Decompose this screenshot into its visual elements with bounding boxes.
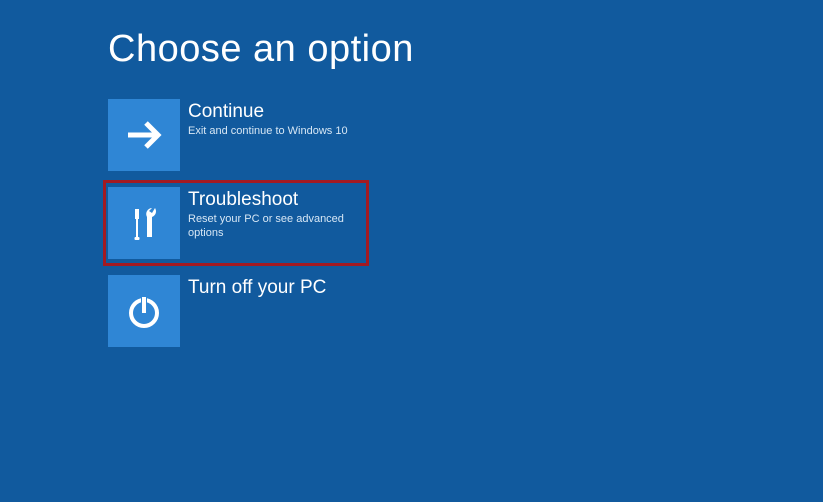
arrow-right-icon: [108, 99, 180, 171]
option-continue-desc: Exit and continue to Windows 10: [188, 125, 348, 139]
option-troubleshoot[interactable]: Troubleshoot Reset your PC or see advanc…: [106, 183, 366, 263]
power-icon: [108, 275, 180, 347]
option-troubleshoot-text: Troubleshoot Reset your PC or see advanc…: [180, 187, 366, 240]
option-troubleshoot-desc: Reset your PC or see advanced options: [188, 213, 366, 241]
option-continue-label: Continue: [188, 101, 348, 123]
option-continue-text: Continue Exit and continue to Windows 10: [180, 99, 348, 139]
page-title: Choose an option: [108, 28, 823, 71]
option-troubleshoot-label: Troubleshoot: [188, 189, 366, 211]
tools-icon: [108, 187, 180, 259]
option-turnoff-text: Turn off your PC: [180, 275, 326, 301]
options-list: Continue Exit and continue to Windows 10…: [108, 99, 823, 347]
option-turnoff-label: Turn off your PC: [188, 277, 326, 299]
option-turnoff[interactable]: Turn off your PC: [108, 275, 363, 347]
option-continue[interactable]: Continue Exit and continue to Windows 10: [108, 99, 363, 171]
